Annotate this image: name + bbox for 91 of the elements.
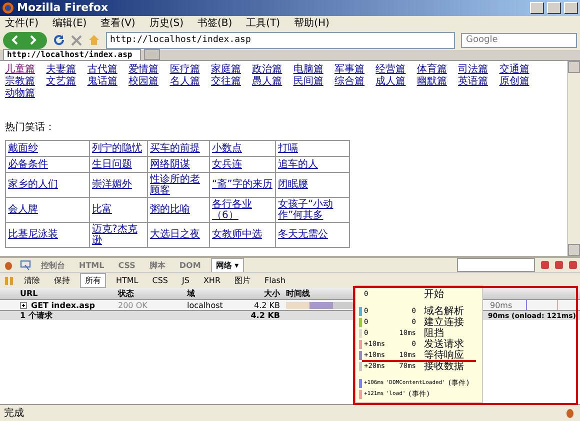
request-status: 200 OK	[118, 300, 148, 310]
firefox-logo-icon	[2, 2, 14, 14]
window-title: Mozilla Firefox	[17, 1, 110, 14]
phase-label: 建立连接	[424, 316, 464, 328]
category-link[interactable]: 经营篇	[376, 64, 406, 76]
category-link[interactable]: 司法篇	[458, 64, 488, 76]
column-header[interactable]: 时间线	[280, 288, 310, 300]
request-count: 1 个请求	[19, 310, 54, 322]
filter-button[interactable]: 图片	[230, 274, 255, 288]
category-link[interactable]: 体育篇	[416, 64, 447, 76]
panel-tab[interactable]: 脚本	[145, 258, 170, 272]
menu-item[interactable]: 编辑(E)	[52, 16, 87, 30]
panel-tab[interactable]: 网络 ▾	[210, 258, 244, 273]
section-heading: 热门笑话：	[5, 120, 56, 134]
menu-item[interactable]: 书签(B)	[198, 16, 232, 30]
category-link[interactable]: 医疗篇	[170, 64, 200, 76]
filter-button[interactable]: 所有	[80, 273, 106, 288]
category-link[interactable]: 家庭篇	[210, 64, 241, 76]
category-link[interactable]: 政治篇	[252, 64, 282, 76]
request-url[interactable]: GET index.asp	[31, 300, 95, 310]
category-link[interactable]: 电脑篇	[293, 64, 324, 76]
search-field[interactable]: Google	[461, 32, 577, 48]
toolbar-button[interactable]: 清除	[20, 274, 44, 288]
domcontentloaded-marker	[526, 300, 528, 310]
bug-icon[interactable]	[564, 407, 576, 420]
category-link[interactable]: 愚人篇	[252, 76, 282, 88]
phase-label: 等待响应	[424, 348, 464, 362]
phase-label: 开始	[424, 288, 444, 302]
panel-tab[interactable]: CSS	[114, 260, 140, 271]
category-link[interactable]: 校园篇	[128, 76, 159, 88]
browser-tab[interactable]: http://localhost/index.asp	[3, 48, 141, 60]
category-link[interactable]: 英语篇	[458, 76, 488, 88]
category-link[interactable]: 成人篇	[376, 76, 406, 88]
column-header[interactable]: 域	[187, 288, 247, 300]
category-link[interactable]: 名人篇	[170, 76, 200, 88]
category-link[interactable]: 民间篇	[293, 76, 324, 88]
request-domain: localhost	[187, 300, 224, 310]
pause-icon[interactable]	[4, 276, 14, 286]
filter-button[interactable]: Flash	[260, 275, 290, 286]
category-link[interactable]: 原创篇	[499, 76, 530, 88]
expand-icon[interactable]	[20, 302, 27, 309]
category-link[interactable]: 动物篇	[5, 88, 35, 100]
category-link[interactable]: 文艺篇	[46, 76, 76, 88]
filter-button[interactable]: HTML	[112, 275, 142, 286]
menu-item[interactable]: 查看(V)	[100, 16, 136, 30]
column-header[interactable]: 状态	[118, 288, 187, 300]
request-size: 4.2 KB	[253, 300, 280, 310]
category-link[interactable]: 交通篇	[499, 64, 530, 76]
category-link[interactable]: 古代篇	[87, 64, 118, 76]
menu-item[interactable]: 文件(F)	[5, 16, 39, 30]
address-field[interactable]: http://localhost/index.asp	[106, 32, 455, 49]
category-link[interactable]: 宗教篇	[5, 76, 35, 88]
menu-item[interactable]: 工具(T)	[246, 16, 280, 30]
stop-icon[interactable]	[71, 34, 82, 46]
phase-label: 阻挡	[424, 326, 444, 340]
menu-item[interactable]: 历史(S)	[149, 16, 184, 30]
column-header[interactable]: 大小	[247, 288, 280, 300]
back-forward-button[interactable]	[3, 32, 47, 49]
category-link[interactable]: 幽默篇	[416, 76, 447, 88]
request-time: 90ms	[490, 300, 512, 310]
scroll-up-button[interactable]	[568, 60, 580, 73]
category-link[interactable]: 夫妻篇	[46, 64, 76, 76]
scroll-down-button[interactable]	[568, 244, 580, 256]
category-link[interactable]: 儿童篇	[5, 64, 35, 76]
load-marker	[557, 300, 558, 310]
total-size: 4.2 KB	[250, 311, 280, 320]
category-link[interactable]: 交往篇	[210, 76, 241, 88]
category-link[interactable]: 军事篇	[334, 64, 364, 76]
column-header[interactable]: URL	[0, 289, 118, 298]
status-text: 完成	[4, 406, 24, 420]
panel-tab[interactable]: DOM	[175, 260, 205, 271]
phase-label: 域名解析	[424, 304, 464, 318]
reload-icon[interactable]	[53, 34, 65, 46]
panel-tab[interactable]: 控制台	[37, 258, 69, 272]
category-link[interactable]: 鬼话篇	[87, 76, 118, 88]
inspect-icon[interactable]	[20, 260, 31, 271]
filter-button[interactable]: XHR	[199, 275, 225, 286]
toolbar-button[interactable]: 保持	[50, 274, 74, 288]
detach-button[interactable]	[555, 261, 563, 270]
minimize-button[interactable]	[530, 2, 544, 14]
phase-label: 发送请求	[424, 338, 464, 350]
menu-item[interactable]: 帮助(H)	[294, 16, 330, 30]
category-link[interactable]: 综合篇	[334, 76, 364, 88]
category-link[interactable]: 爱情篇	[128, 64, 159, 76]
bug-icon[interactable]	[3, 260, 14, 271]
search-field[interactable]	[457, 258, 535, 272]
filter-button[interactable]: CSS	[148, 275, 172, 286]
panel-tab[interactable]: HTML	[75, 260, 108, 271]
filter-button[interactable]: JS	[178, 275, 194, 286]
restore-button[interactable]	[547, 2, 561, 14]
close-button[interactable]	[564, 2, 578, 14]
